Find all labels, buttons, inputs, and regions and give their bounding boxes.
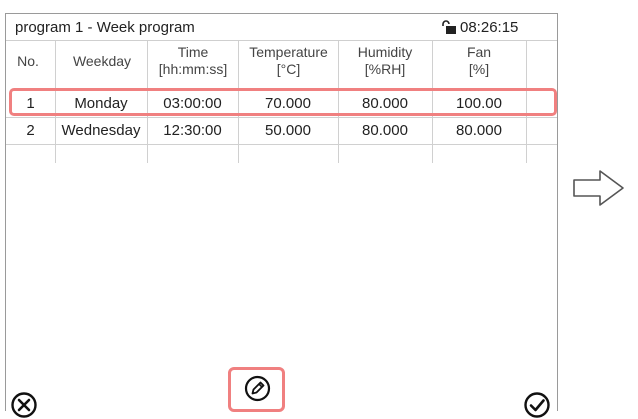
check-circle-icon[interactable]	[523, 391, 551, 419]
edit-button[interactable]	[228, 367, 285, 412]
table-row[interactable]: 2 Wednesday 12:30:00 50.000 80.000 80.00…	[6, 118, 557, 144]
cell-no: 2	[26, 122, 35, 139]
controller-display: program 1 - Week program 08:26:15 No. We…	[5, 13, 558, 418]
row-divider	[6, 144, 557, 145]
unlocked-lock-icon	[442, 20, 456, 34]
title-bar: program 1 - Week program 08:26:15	[6, 14, 557, 41]
cell-time: 12:30:00	[163, 122, 222, 139]
cell-weekday: Wednesday	[61, 122, 141, 139]
edit-pen-icon	[244, 375, 271, 402]
page-title: program 1 - Week program	[15, 19, 195, 36]
right-arrow-icon	[573, 170, 624, 206]
cell-temperature: 50.000	[265, 122, 311, 139]
close-circle-icon[interactable]	[10, 391, 38, 419]
clock: 08:26:15	[460, 19, 519, 36]
cell-fan: 80.000	[456, 122, 502, 139]
selected-row-highlight	[9, 88, 557, 116]
cell-humidity: 80.000	[362, 122, 408, 139]
